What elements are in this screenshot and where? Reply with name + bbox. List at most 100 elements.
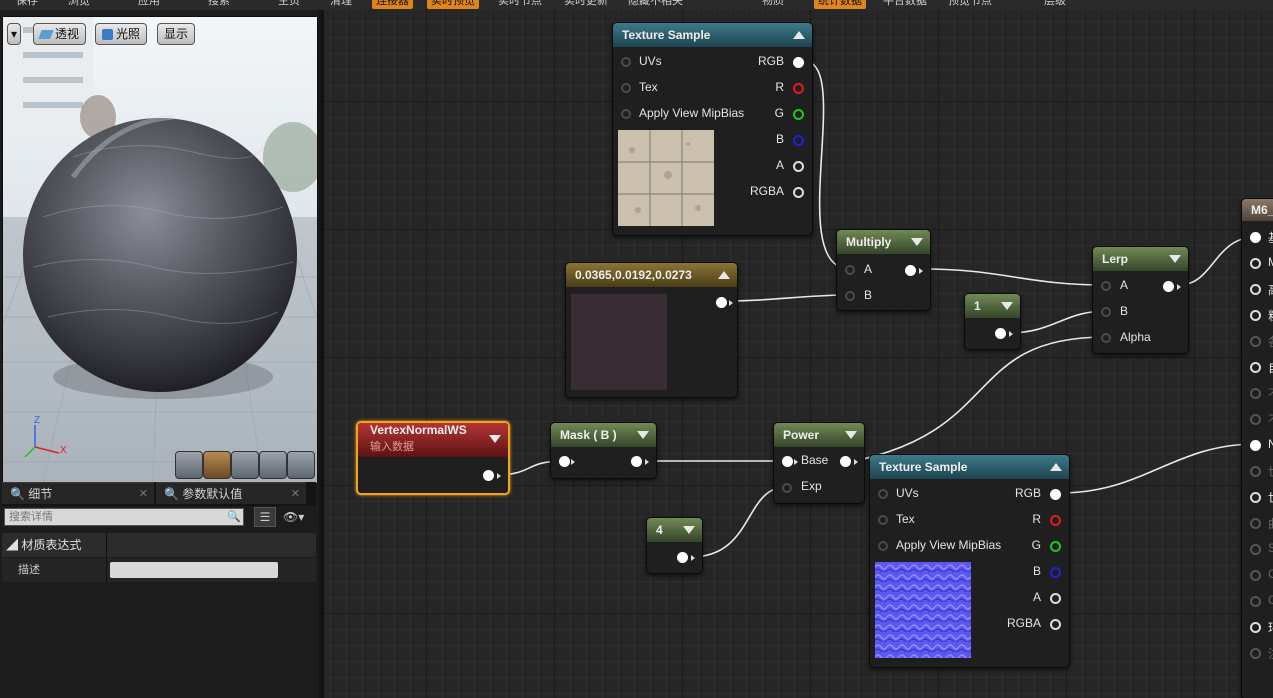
material-result-node[interactable]: M6_ 基M高粗各自不不N世世曲SCC环注 bbox=[1241, 198, 1273, 698]
preview-cube-icon[interactable] bbox=[259, 451, 287, 479]
collapse-arrow-icon[interactable] bbox=[683, 526, 695, 534]
constant-output-pin[interactable] bbox=[716, 297, 727, 308]
rgba-output-pin[interactable] bbox=[793, 187, 804, 198]
texture-sample-node-1[interactable]: Texture Sample UVs Tex Apply View MipBia… bbox=[612, 22, 813, 236]
collapse-arrow-icon[interactable] bbox=[1169, 255, 1181, 263]
material-input-pin[interactable] bbox=[1250, 466, 1261, 477]
toolbar-item[interactable]: 实时节点 bbox=[494, 0, 546, 9]
material-input-pin[interactable] bbox=[1250, 258, 1261, 269]
toolbar-item[interactable]: 搜索 bbox=[204, 0, 234, 9]
perspective-button[interactable]: 透视 bbox=[33, 23, 87, 45]
collapse-arrow-icon[interactable] bbox=[637, 431, 649, 439]
constant-output-pin[interactable] bbox=[995, 328, 1006, 339]
toolbar-item[interactable]: 预览节点 bbox=[944, 0, 996, 9]
constant3-node[interactable]: 0.0365,0.0192,0.0273 bbox=[565, 262, 738, 398]
material-input-pin[interactable] bbox=[1250, 414, 1261, 425]
mipbias-input-pin[interactable] bbox=[621, 109, 631, 119]
a-input-pin[interactable] bbox=[845, 265, 855, 275]
toolbar-item[interactable]: 统计数据 bbox=[814, 0, 866, 9]
mask-b-node[interactable]: Mask ( B ) bbox=[550, 422, 657, 479]
a-input-pin[interactable] bbox=[1101, 281, 1111, 291]
toolbar-item[interactable]: 物质 bbox=[758, 0, 788, 9]
search-icon[interactable]: 🔍 bbox=[227, 509, 241, 525]
collapse-arrow-icon[interactable] bbox=[718, 271, 730, 279]
material-input-pin[interactable] bbox=[1250, 492, 1261, 503]
toolbar-item[interactable]: 平台数据 bbox=[879, 0, 931, 9]
base-input-pin[interactable] bbox=[782, 456, 793, 467]
rgb-output-pin[interactable] bbox=[1050, 489, 1061, 500]
toolbar-item[interactable]: 实时更新 bbox=[560, 0, 612, 9]
alpha-input-pin[interactable] bbox=[1101, 333, 1111, 343]
a-output-pin[interactable] bbox=[1050, 593, 1061, 604]
texture-sample-node-2[interactable]: Texture Sample UVs Tex Apply View MipBia… bbox=[869, 454, 1070, 668]
material-input-pin[interactable] bbox=[1250, 440, 1261, 451]
collapse-arrow-icon[interactable] bbox=[1050, 463, 1062, 471]
material-input-pin[interactable] bbox=[1250, 622, 1261, 633]
material-input-pin[interactable] bbox=[1250, 518, 1261, 529]
toolbar-item[interactable]: 清理 bbox=[326, 0, 356, 9]
close-icon[interactable]: ✕ bbox=[139, 483, 148, 505]
material-input-pin[interactable] bbox=[1250, 362, 1261, 373]
collapse-arrow-icon[interactable] bbox=[911, 238, 923, 246]
mask-input-pin[interactable] bbox=[559, 456, 570, 467]
viewport-menu-button[interactable]: ▾ bbox=[7, 23, 22, 45]
b-output-pin[interactable] bbox=[1050, 567, 1061, 578]
material-input-pin[interactable] bbox=[1250, 544, 1261, 555]
material-input-pin[interactable] bbox=[1250, 232, 1261, 243]
preview-plane-icon[interactable] bbox=[231, 451, 259, 479]
g-output-pin[interactable] bbox=[793, 109, 804, 120]
toolbar-item[interactable]: 主页 bbox=[274, 0, 304, 9]
material-input-pin[interactable] bbox=[1250, 648, 1261, 659]
show-button[interactable]: 显示 bbox=[157, 23, 196, 45]
b-input-pin[interactable] bbox=[845, 291, 855, 301]
constant-one-node[interactable]: 1 bbox=[964, 293, 1021, 350]
g-output-pin[interactable] bbox=[1050, 541, 1061, 552]
material-input-pin[interactable] bbox=[1250, 388, 1261, 399]
r-output-pin[interactable] bbox=[793, 83, 804, 94]
mask-output-pin[interactable] bbox=[631, 456, 642, 467]
power-output-pin[interactable] bbox=[840, 456, 851, 467]
b-output-pin[interactable] bbox=[793, 135, 804, 146]
tex-input-pin[interactable] bbox=[621, 83, 631, 93]
details-search-input[interactable]: 搜索详情 🔍 bbox=[4, 508, 244, 526]
tab-details[interactable]: 🔍 细节 ✕ bbox=[2, 482, 154, 504]
preview-viewport[interactable]: ▾ 透视 光照 显示 Z X bbox=[2, 16, 318, 484]
preview-mesh-icon[interactable] bbox=[287, 451, 315, 479]
power-node[interactable]: Power Base Exp bbox=[773, 422, 865, 504]
material-input-pin[interactable] bbox=[1250, 310, 1261, 321]
lighting-button[interactable]: 光照 bbox=[95, 23, 148, 45]
vertex-normal-ws-node[interactable]: VertexNormalWS 输入数据 bbox=[356, 421, 510, 495]
close-icon[interactable]: ✕ bbox=[291, 483, 300, 505]
multiply-output-pin[interactable] bbox=[905, 265, 916, 276]
toolbar-item[interactable]: 浏览 bbox=[64, 0, 94, 9]
toolbar-item[interactable]: 应用 bbox=[134, 0, 164, 9]
material-graph[interactable]: Texture Sample UVs Tex Apply View MipBia… bbox=[321, 10, 1273, 698]
section-material-expression[interactable]: ◢ 材质表达式 bbox=[2, 533, 316, 557]
rgb-output-pin[interactable] bbox=[793, 57, 804, 68]
eye-icon[interactable]: 👁▾ bbox=[283, 507, 313, 527]
tex-input-pin[interactable] bbox=[878, 515, 888, 525]
toolbar-item[interactable]: 隐藏不相关 bbox=[624, 0, 687, 9]
lerp-output-pin[interactable] bbox=[1163, 281, 1174, 292]
preview-cylinder-icon[interactable] bbox=[175, 451, 203, 479]
uvs-input-pin[interactable] bbox=[621, 57, 631, 67]
toolbar-item[interactable]: 实时预览 bbox=[427, 0, 479, 9]
material-input-pin[interactable] bbox=[1250, 596, 1261, 607]
description-field[interactable] bbox=[110, 562, 278, 578]
material-input-pin[interactable] bbox=[1250, 570, 1261, 581]
constant-output-pin[interactable] bbox=[677, 552, 688, 563]
r-output-pin[interactable] bbox=[1050, 515, 1061, 526]
multiply-node[interactable]: Multiply A B bbox=[836, 229, 931, 311]
tab-params[interactable]: 🔍 参数默认值 ✕ bbox=[156, 482, 306, 504]
uvs-input-pin[interactable] bbox=[878, 489, 888, 499]
collapse-arrow-icon[interactable] bbox=[1001, 302, 1013, 310]
collapse-arrow-icon[interactable] bbox=[489, 435, 501, 443]
toolbar-item[interactable]: 层级 bbox=[1040, 0, 1070, 9]
toolbar-item[interactable]: 保存 bbox=[12, 0, 42, 9]
rgba-output-pin[interactable] bbox=[1050, 619, 1061, 630]
mipbias-input-pin[interactable] bbox=[878, 541, 888, 551]
vertex-output-pin[interactable] bbox=[483, 470, 494, 481]
material-input-pin[interactable] bbox=[1250, 284, 1261, 295]
preview-sphere-icon[interactable] bbox=[203, 451, 231, 479]
b-input-pin[interactable] bbox=[1101, 307, 1111, 317]
